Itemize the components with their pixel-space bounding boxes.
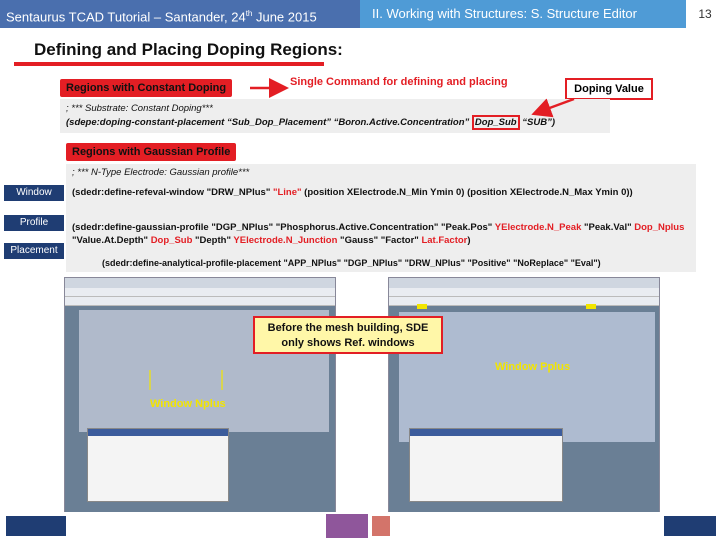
cnm-logo — [6, 516, 66, 536]
pplus-marker-left — [417, 304, 427, 309]
doping-value-arrow — [531, 97, 575, 118]
university-logo — [372, 516, 390, 536]
sic-logo — [326, 514, 368, 538]
pplus-marker-right — [586, 304, 596, 309]
institution-logo — [664, 516, 716, 536]
footer-logos — [0, 512, 720, 540]
arrow-layer — [149, 78, 596, 390]
